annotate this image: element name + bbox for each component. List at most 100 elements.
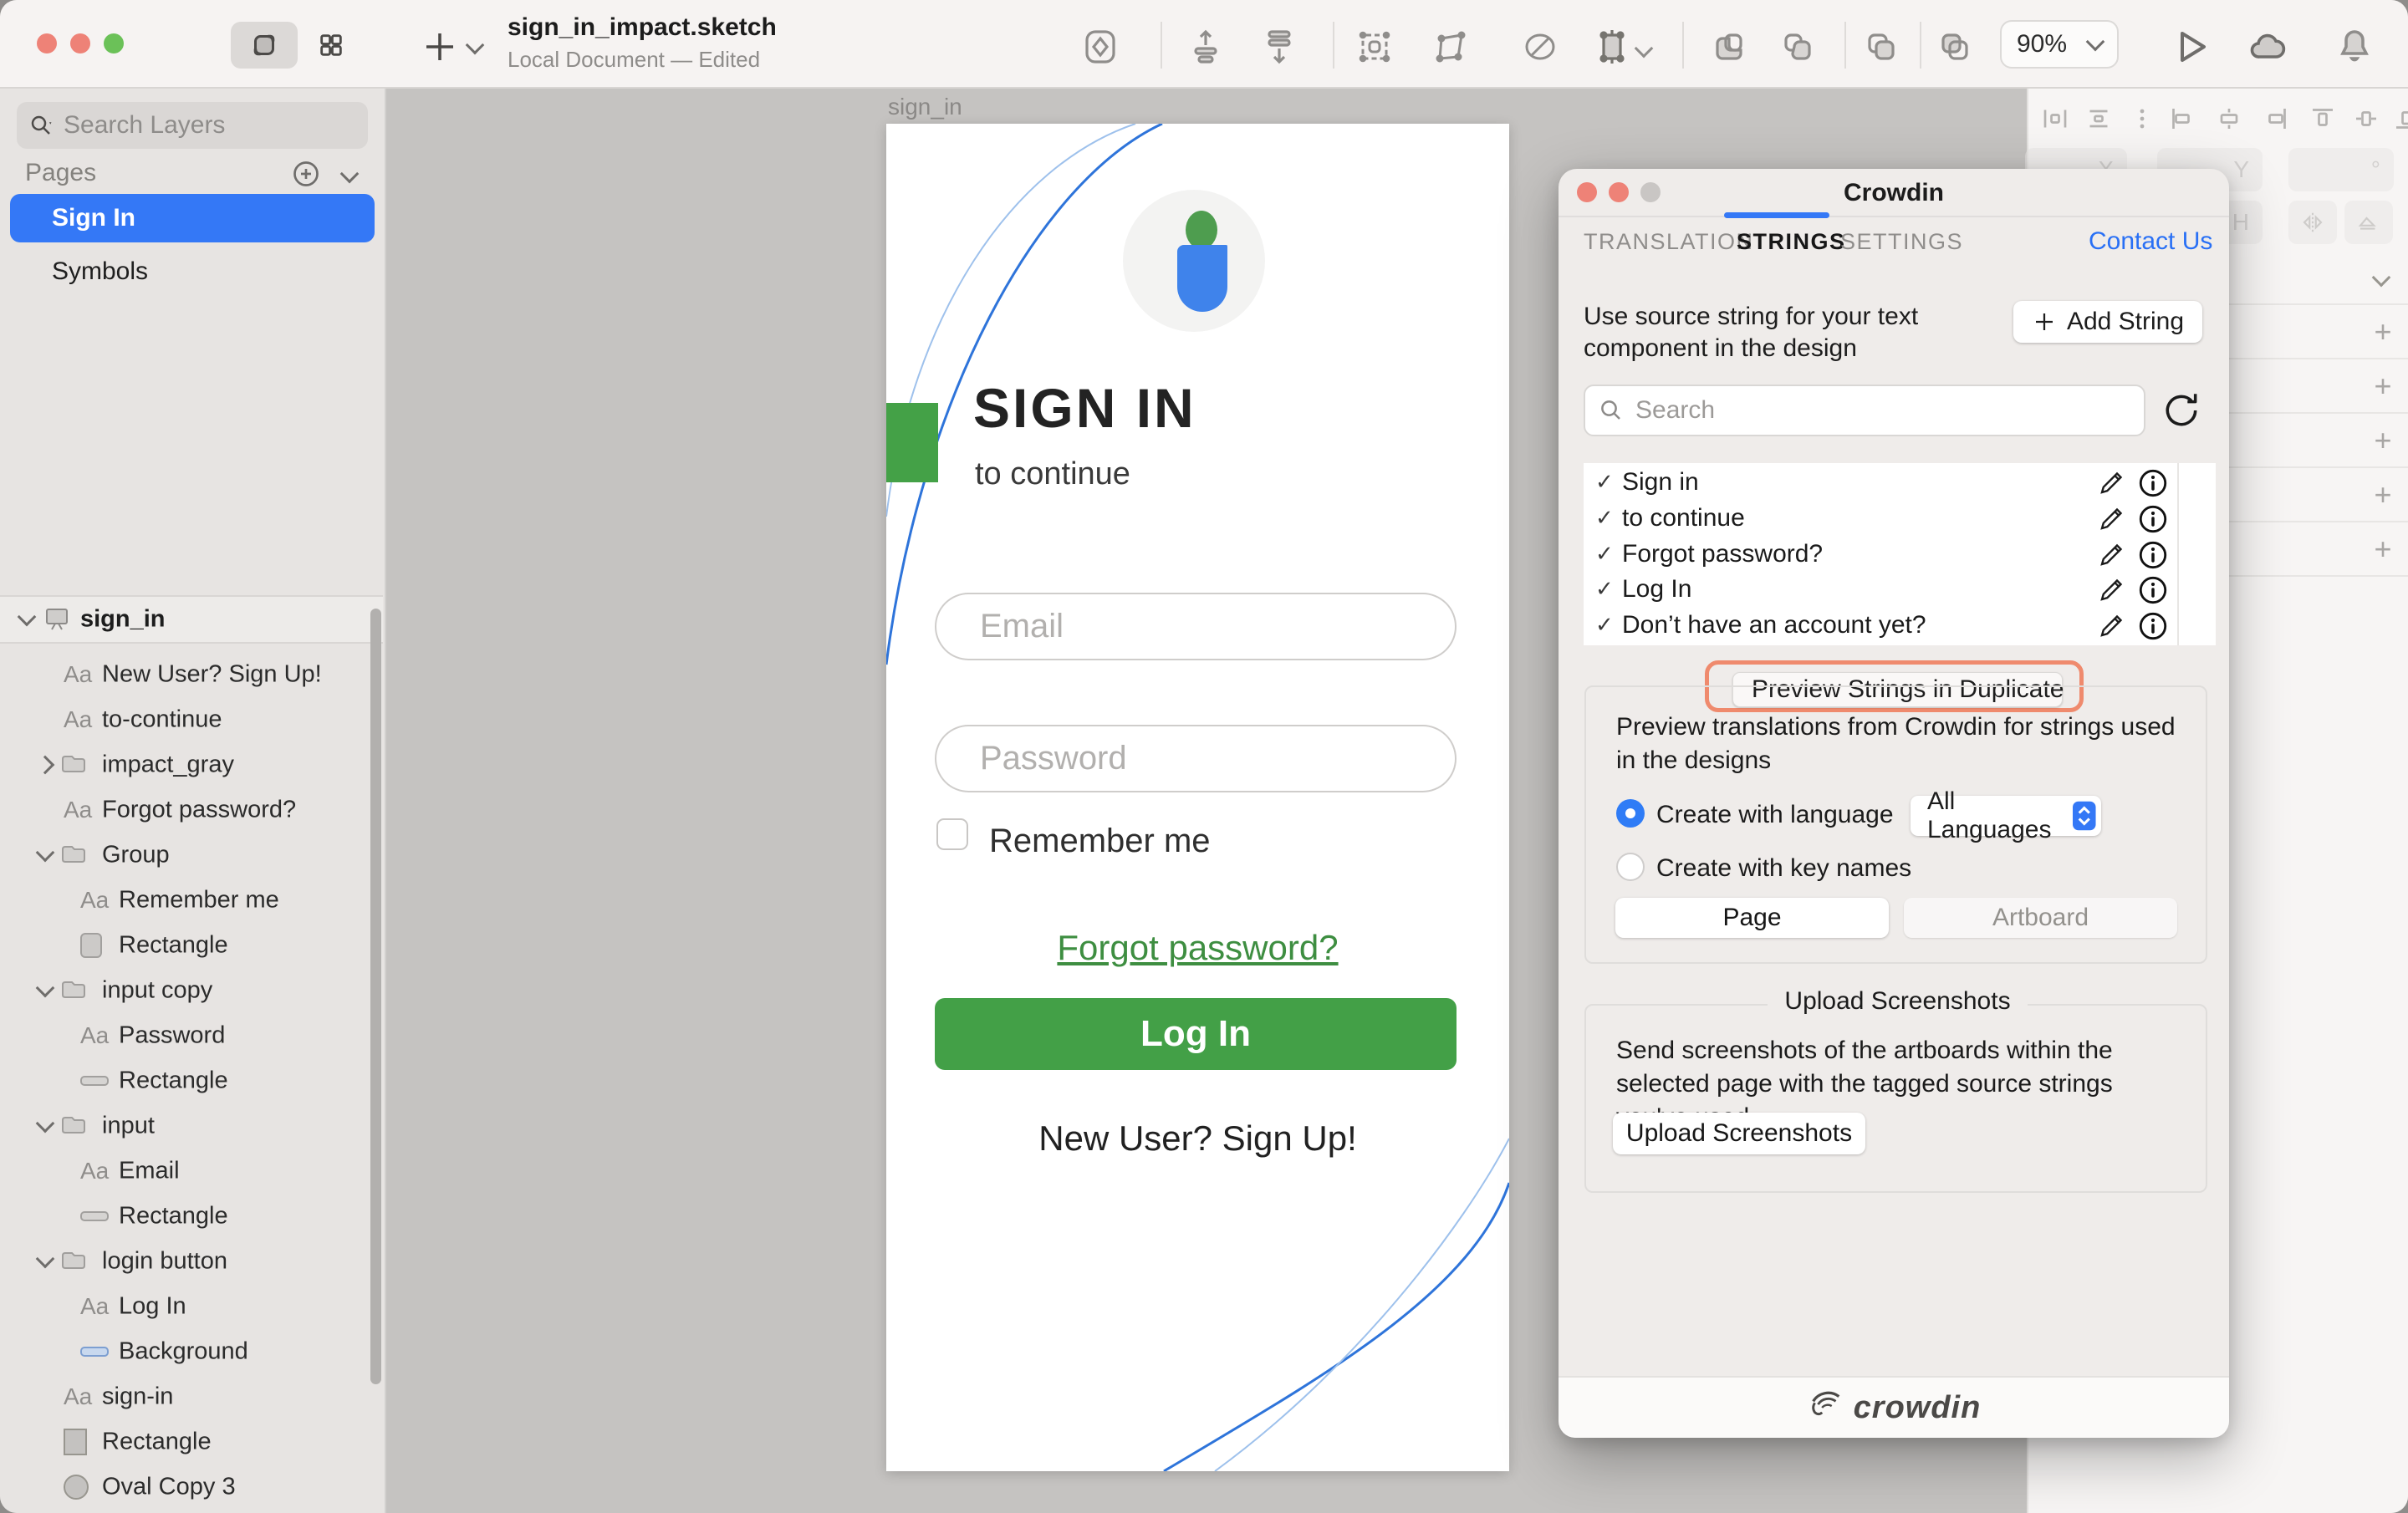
search-layers-input[interactable] xyxy=(62,110,341,140)
window-zoom-button[interactable] xyxy=(104,33,124,53)
subtract-icon[interactable] xyxy=(1778,27,1818,67)
sign-in-heading[interactable]: SIGN IN xyxy=(973,376,1196,440)
align-center-horizontal-icon[interactable] xyxy=(2214,104,2244,134)
strings-search-input[interactable] xyxy=(1634,395,2105,425)
layer-row-group[interactable]: Group xyxy=(0,833,371,878)
add-string-button[interactable]: Add String xyxy=(2013,301,2202,343)
distribute-vertical-icon[interactable] xyxy=(1186,27,1226,67)
disclosure-down-icon[interactable] xyxy=(36,979,55,998)
align-right-icon[interactable] xyxy=(2261,104,2291,134)
layer-row-sign-in[interactable]: sign_in xyxy=(0,595,383,644)
intersect-icon[interactable] xyxy=(1861,27,1901,67)
search-layers-field[interactable] xyxy=(17,102,368,149)
contact-us-link[interactable]: Contact Us xyxy=(2089,227,2212,256)
window-close-button[interactable] xyxy=(37,33,57,53)
green-accent-rectangle[interactable] xyxy=(886,403,938,482)
layer-row-input[interactable]: input xyxy=(0,1103,371,1149)
log-in-button[interactable]: Log In xyxy=(935,998,1457,1070)
string-row-1[interactable]: ✓Sign in xyxy=(1584,466,2177,502)
align-top-icon[interactable] xyxy=(2308,104,2338,134)
insert-chevron-icon[interactable] xyxy=(466,36,485,55)
layer-row-rectangle[interactable]: Rectangle xyxy=(0,1419,371,1465)
strings-search-field[interactable] xyxy=(1584,385,2145,436)
string-row-4[interactable]: ✓Log In xyxy=(1584,573,2177,609)
layer-row-email[interactable]: AaEmail xyxy=(0,1149,371,1194)
disclosure-down-icon[interactable] xyxy=(36,1250,55,1269)
edit-pencil-icon[interactable] xyxy=(2097,503,2127,533)
upload-screenshots-button[interactable]: Upload Screenshots xyxy=(1613,1113,1865,1154)
info-icon[interactable] xyxy=(2137,539,2169,571)
string-row-2[interactable]: ✓to continue xyxy=(1584,502,2177,537)
transform-shape-icon[interactable] xyxy=(1431,27,1472,67)
sidebar-scrollbar[interactable] xyxy=(370,609,381,1384)
add-style-button[interactable]: + xyxy=(2366,532,2400,567)
layer-row-to-continue[interactable]: Aato-continue xyxy=(0,697,371,742)
edit-pencil-icon[interactable] xyxy=(2097,574,2127,604)
to-continue-subheading[interactable]: to continue xyxy=(975,456,1130,492)
layer-row-log-in[interactable]: AaLog In xyxy=(0,1284,371,1329)
rotation-field[interactable]: ° xyxy=(2288,148,2394,191)
edit-pencil-icon[interactable] xyxy=(2097,610,2127,640)
disclosure-down-icon[interactable] xyxy=(36,1114,55,1133)
mask-tool-icon[interactable] xyxy=(1520,27,1560,67)
artboard-sign-in[interactable]: SIGN IN to continue Email Password Remem… xyxy=(886,124,1509,1471)
layer-row-forgot-password-[interactable]: AaForgot password? xyxy=(0,787,371,833)
layer-row-oval-copy-3[interactable]: Oval Copy 3 xyxy=(0,1465,371,1510)
forgot-password-link[interactable]: Forgot password? xyxy=(886,928,1509,968)
layer-row-background[interactable]: Background xyxy=(0,1329,371,1374)
union-icon[interactable] xyxy=(1709,27,1749,67)
strings-list-scrollbar[interactable] xyxy=(2177,463,2216,645)
flip-horizontal-button[interactable] xyxy=(2288,201,2337,244)
layer-row-impact-gray[interactable]: impact_gray xyxy=(0,742,371,787)
artboard-title-label[interactable]: sign_in xyxy=(888,94,962,120)
edit-pencil-icon[interactable] xyxy=(2097,539,2127,569)
disclosure-right-icon[interactable] xyxy=(36,756,55,775)
remember-me-label[interactable]: Remember me xyxy=(989,823,1211,860)
zoom-level-dropdown[interactable]: 90% xyxy=(2000,20,2119,69)
layer-list-view-button[interactable] xyxy=(231,22,298,69)
align-middle-vertical-icon[interactable] xyxy=(2351,104,2381,134)
add-style-button[interactable]: + xyxy=(2366,369,2400,404)
info-icon[interactable] xyxy=(2137,574,2169,606)
distribute-vertically-icon[interactable] xyxy=(2084,104,2114,134)
layer-row-password[interactable]: AaPassword xyxy=(0,1013,371,1058)
pages-collapse-chevron-icon[interactable] xyxy=(340,165,360,184)
sign-up-link[interactable]: New User? Sign Up! xyxy=(886,1118,1509,1159)
email-field[interactable]: Email xyxy=(935,593,1457,660)
layer-row-rectangle[interactable]: Rectangle xyxy=(0,1058,371,1103)
info-icon[interactable] xyxy=(2137,503,2169,535)
sidebar-page-symbols[interactable]: Symbols xyxy=(10,247,375,296)
layer-row-rectangle[interactable]: Rectangle xyxy=(0,1194,371,1239)
sidebar-page-sign-in[interactable]: Sign In xyxy=(10,194,375,242)
add-style-button[interactable]: + xyxy=(2366,477,2400,512)
distribute-horizontally-icon[interactable] xyxy=(2040,104,2070,134)
create-with-key-names-radio[interactable] xyxy=(1616,853,1645,881)
string-row-5[interactable]: ✓Don’t have an account yet? xyxy=(1584,609,2177,644)
disclosure-down-icon[interactable] xyxy=(18,608,37,627)
scale-tool-chevron-icon[interactable] xyxy=(1635,39,1654,59)
layer-row-input-copy[interactable]: input copy xyxy=(0,968,371,1013)
scale-tool-icon[interactable] xyxy=(1592,27,1632,67)
edit-pencil-icon[interactable] xyxy=(2097,467,2127,497)
add-style-button[interactable]: + xyxy=(2366,314,2400,349)
symbol-tool-icon[interactable] xyxy=(1080,27,1120,67)
grid-view-button[interactable] xyxy=(298,22,365,69)
tab-strings[interactable]: STRINGS xyxy=(1737,229,1846,255)
password-field[interactable]: Password xyxy=(935,725,1457,792)
disclosure-down-icon[interactable] xyxy=(36,843,55,863)
page-button[interactable]: Page xyxy=(1615,898,1889,938)
edit-shape-icon[interactable] xyxy=(1354,27,1395,67)
app-logo[interactable] xyxy=(1123,190,1265,332)
preview-play-button[interactable] xyxy=(2171,27,2211,67)
difference-icon[interactable] xyxy=(1935,27,1975,67)
align-left-icon[interactable] xyxy=(2167,104,2197,134)
artboard-button[interactable]: Artboard xyxy=(1904,898,2177,938)
create-with-language-radio[interactable] xyxy=(1616,799,1645,828)
layer-row-rectangle[interactable]: Rectangle xyxy=(0,923,371,968)
cloud-sync-button[interactable] xyxy=(2247,27,2288,67)
layer-row-login-button[interactable]: login button xyxy=(0,1239,371,1284)
layer-row-new-user-sign-up-[interactable]: AaNew User? Sign Up! xyxy=(0,652,371,697)
layer-row-remember-me[interactable]: AaRemember me xyxy=(0,878,371,923)
window-minimize-button[interactable] xyxy=(70,33,90,53)
more-alignment-icon[interactable] xyxy=(2127,104,2157,134)
